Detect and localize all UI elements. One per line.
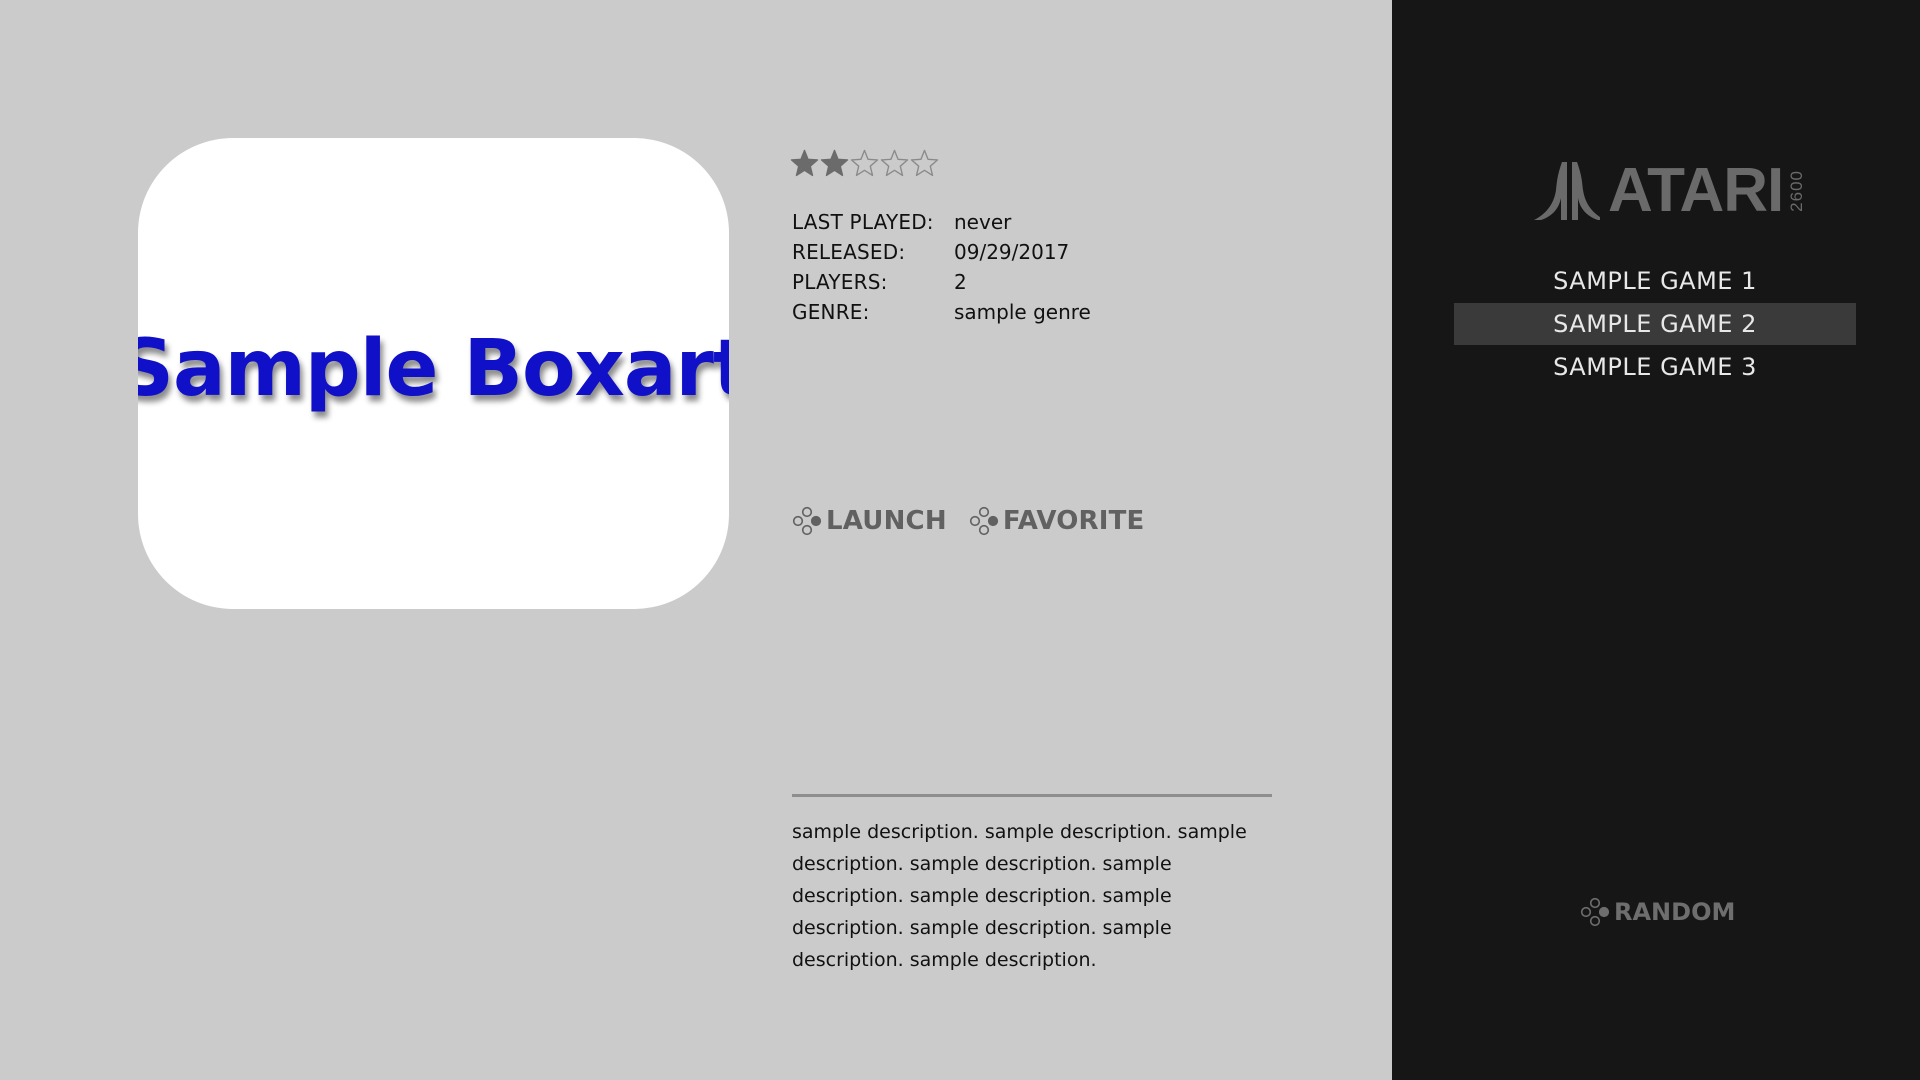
star-icon bbox=[850, 148, 879, 182]
metadata-value: 09/29/2017 bbox=[954, 240, 1070, 264]
metadata-row-last-played: LAST PLAYED: never bbox=[792, 207, 1212, 237]
random-label: RANDOM bbox=[1614, 898, 1736, 926]
logo-model-number: 2600 bbox=[1787, 170, 1807, 212]
star-rating bbox=[790, 148, 939, 182]
metadata-value: 2 bbox=[954, 270, 967, 294]
favorite-button[interactable]: FAVORITE bbox=[969, 506, 1145, 536]
game-list-item[interactable]: SAMPLE GAME 1 bbox=[1454, 260, 1856, 302]
main-panel: Sample Boxart LAST PLAYED: never RELEASE… bbox=[0, 0, 1392, 1080]
metadata-value: sample genre bbox=[954, 300, 1091, 324]
atari-fuji-icon bbox=[1534, 162, 1600, 220]
game-metadata: LAST PLAYED: never RELEASED: 09/29/2017 … bbox=[792, 207, 1212, 327]
description-divider bbox=[792, 794, 1272, 797]
star-icon bbox=[880, 148, 909, 182]
game-list-item[interactable]: SAMPLE GAME 3 bbox=[1454, 346, 1856, 388]
metadata-label: PLAYERS: bbox=[792, 270, 888, 294]
game-list-sidebar: ATARI 2600 SAMPLE GAME 1 SAMPLE GAME 2 S… bbox=[1392, 0, 1920, 1080]
logo-wordmark: ATARI bbox=[1608, 156, 1784, 225]
metadata-value: never bbox=[954, 210, 1012, 234]
metadata-row-released: RELEASED: 09/29/2017 bbox=[792, 237, 1212, 267]
game-list-item-selected[interactable]: SAMPLE GAME 2 bbox=[1454, 303, 1856, 345]
metadata-label: RELEASED: bbox=[792, 240, 906, 264]
random-button[interactable]: RANDOM bbox=[1580, 897, 1735, 927]
action-bar: LAUNCH FAVORITE bbox=[792, 506, 1145, 536]
game-list: SAMPLE GAME 1 SAMPLE GAME 2 SAMPLE GAME … bbox=[1454, 260, 1856, 389]
boxart-image: Sample Boxart bbox=[138, 138, 729, 609]
boxart-text: Sample Boxart bbox=[138, 323, 729, 414]
star-icon bbox=[790, 148, 819, 182]
metadata-row-genre: GENRE: sample genre bbox=[792, 297, 1212, 327]
system-logo: ATARI 2600 bbox=[1534, 160, 1807, 222]
button-icon bbox=[792, 506, 822, 536]
game-detail-screen: Sample Boxart LAST PLAYED: never RELEASE… bbox=[0, 0, 1920, 1080]
metadata-label: GENRE: bbox=[792, 300, 870, 324]
game-description: sample description. sample description. … bbox=[792, 821, 1247, 971]
star-icon bbox=[820, 148, 849, 182]
launch-button[interactable]: LAUNCH bbox=[792, 506, 947, 536]
launch-label: LAUNCH bbox=[826, 506, 947, 536]
button-icon bbox=[969, 506, 999, 536]
star-icon bbox=[910, 148, 939, 182]
favorite-label: FAVORITE bbox=[1002, 506, 1145, 536]
metadata-label: LAST PLAYED: bbox=[792, 210, 934, 234]
button-icon bbox=[1580, 897, 1610, 927]
metadata-row-players: PLAYERS: 2 bbox=[792, 267, 1212, 297]
